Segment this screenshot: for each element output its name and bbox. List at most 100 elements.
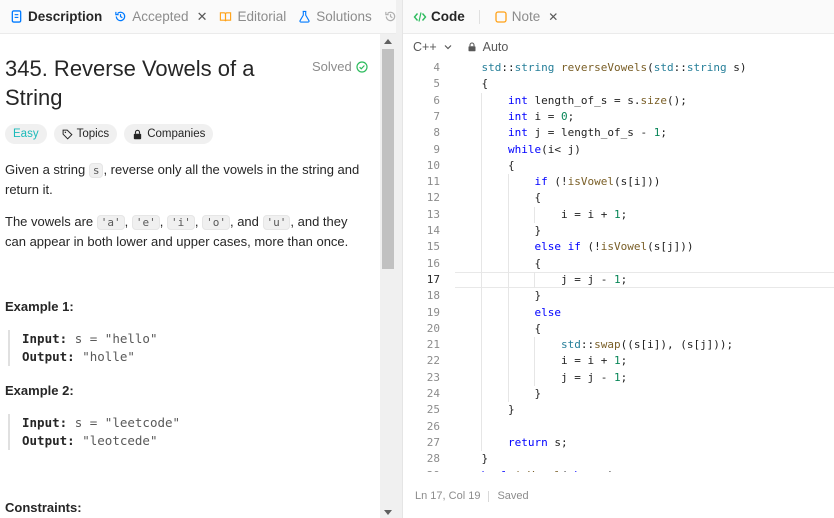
line-number: 6: [433, 93, 440, 107]
line-number: 21: [426, 338, 440, 352]
code-line[interactable]: 14 }: [403, 223, 834, 239]
solved-status: Solved: [312, 59, 368, 74]
code-text: std::swap((s[i]), (s[j]));: [560, 338, 734, 352]
line-number: 26: [426, 419, 440, 433]
close-icon[interactable]: ✕: [548, 10, 558, 24]
lock-icon: [468, 42, 476, 52]
code-line[interactable]: 13 i = i + 1;: [403, 207, 834, 223]
code-line[interactable]: 20 {: [403, 321, 834, 337]
companies-button[interactable]: Companies: [124, 124, 214, 144]
code-editor[interactable]: 4 std::string reverseVowels(std::string …: [403, 58, 834, 472]
example-2-block: Input: s = "leetcode" Output: "leotcede": [8, 414, 180, 450]
code-line[interactable]: 21 std::swap((s[i]), (s[j]));: [403, 337, 834, 353]
code-line[interactable]: 29 bool isVowel(char c): [403, 468, 834, 473]
line-number: 4: [433, 61, 440, 74]
problem-tab-bar: Description Accepted ✕ Editorial Solutio…: [0, 0, 396, 34]
line-number: 20: [426, 321, 440, 335]
example-2-heading: Example 2:: [5, 383, 74, 398]
tab-description[interactable]: Description: [4, 0, 108, 33]
code-text: {: [455, 191, 542, 205]
code-line[interactable]: 27 return s;: [403, 435, 834, 451]
note-icon: [495, 10, 507, 23]
code-line[interactable]: 11 if (!isVowel(s[i])): [403, 174, 834, 190]
tab-submissions[interactable]: [378, 0, 396, 33]
indent-guide: [481, 92, 483, 452]
document-icon: [11, 10, 22, 23]
tab-solutions[interactable]: Solutions: [292, 0, 378, 33]
topics-button[interactable]: Topics: [53, 124, 118, 144]
problem-description: 345. Reverse Vowels of a String Solved E…: [0, 34, 380, 518]
tab-code[interactable]: Code: [413, 9, 465, 24]
problem-tags: Easy Topics Companies: [5, 124, 214, 144]
scroll-up-arrow[interactable]: [384, 39, 392, 44]
code-line[interactable]: 6 int length_of_s = s.size();: [403, 93, 834, 109]
status-divider: [488, 490, 490, 502]
inline-code: 'i': [166, 215, 195, 230]
indent-guide: [534, 337, 536, 386]
code-text: while(i< j): [507, 142, 581, 156]
difficulty-badge: Easy: [5, 124, 47, 144]
tab-divider: [478, 9, 480, 24]
tab-note[interactable]: Note ✕: [494, 9, 558, 24]
problem-title: 345. Reverse Vowels of a String: [5, 56, 255, 110]
language-select[interactable]: C++: [413, 40, 453, 54]
code-line[interactable]: 24 }: [403, 386, 834, 402]
code-text: int j = length_of_s - 1;: [507, 126, 667, 140]
code-line[interactable]: 15 else if (!isVowel(s[j])): [403, 239, 834, 255]
companies-label: Companies: [147, 128, 206, 140]
scroll-down-arrow[interactable]: [384, 510, 392, 515]
close-icon[interactable]: ✕: [197, 9, 208, 25]
description-paragraph-2: The vowels are 'a', 'e', 'i', 'o', and '…: [5, 214, 349, 249]
code-line[interactable]: 28 }: [403, 451, 834, 467]
line-number: 10: [426, 158, 440, 172]
code-text: }: [455, 387, 542, 400]
inline-code: s: [88, 163, 104, 178]
status-bar: Ln 17, Col 19 Saved: [415, 490, 529, 502]
cursor-position: Ln 17, Col 19: [415, 490, 481, 502]
code-text: else if (!isVowel(s[j])): [534, 240, 694, 254]
tab-accepted[interactable]: Accepted ✕: [108, 0, 213, 33]
line-number: 29: [403, 468, 440, 473]
code-line[interactable]: 16 {: [403, 256, 834, 272]
code-line[interactable]: 22 i = i + 1;: [403, 353, 834, 369]
history-icon: [115, 11, 126, 22]
code-line[interactable]: 18 }: [403, 288, 834, 304]
scrollbar-thumb[interactable]: [382, 49, 394, 269]
code-line[interactable]: 5 {: [403, 76, 834, 92]
auto-mode[interactable]: Auto: [467, 40, 508, 54]
tab-note-label: Note: [511, 9, 541, 24]
code-line[interactable]: 19 else: [403, 305, 834, 321]
line-number: 14: [426, 224, 440, 237]
line-number: 19: [426, 305, 440, 319]
code-line[interactable]: 10 {: [403, 158, 834, 174]
line-number: 27: [426, 435, 440, 449]
description-scrollbar[interactable]: [380, 34, 396, 518]
tab-description-label: Description: [28, 9, 103, 24]
code-line[interactable]: 23 j = j - 1;: [403, 370, 834, 386]
tab-editorial[interactable]: Editorial: [213, 0, 292, 33]
code-text: return s;: [507, 435, 568, 449]
line-number: 13: [426, 207, 440, 221]
line-number: 8: [433, 126, 440, 140]
line-number: 15: [426, 240, 440, 254]
line-number: 23: [426, 370, 440, 384]
desc-text: Given a string: [5, 162, 89, 177]
example-input-line: Input: s = "hello": [22, 330, 157, 348]
solved-label: Solved: [312, 59, 352, 74]
code-line[interactable]: 25 }: [403, 402, 834, 418]
code-line[interactable]: 4 std::string reverseVowels(std::string …: [403, 60, 834, 76]
example-1-heading: Example 1:: [5, 299, 74, 314]
leetcode-workspace: Description Accepted ✕ Editorial Solutio…: [0, 0, 834, 518]
code-text: }: [455, 452, 489, 466]
code-line[interactable]: 9 while(i< j): [403, 142, 834, 158]
code-line[interactable]: 26: [403, 419, 834, 435]
editor-toolbar: C++ Auto: [413, 40, 508, 54]
code-line[interactable]: 12 {: [403, 190, 834, 206]
line-number: 9: [433, 142, 440, 156]
code-line[interactable]: 17 j = j - 1;: [403, 271, 834, 288]
code-line[interactable]: 7 int i = 0;: [403, 109, 834, 125]
topics-label: Topics: [76, 128, 110, 140]
line-number: 25: [426, 403, 440, 417]
description-paragraph-1: Given a string s, reverse only all the v…: [5, 160, 360, 199]
code-line[interactable]: 8 int j = length_of_s - 1;: [403, 125, 834, 141]
